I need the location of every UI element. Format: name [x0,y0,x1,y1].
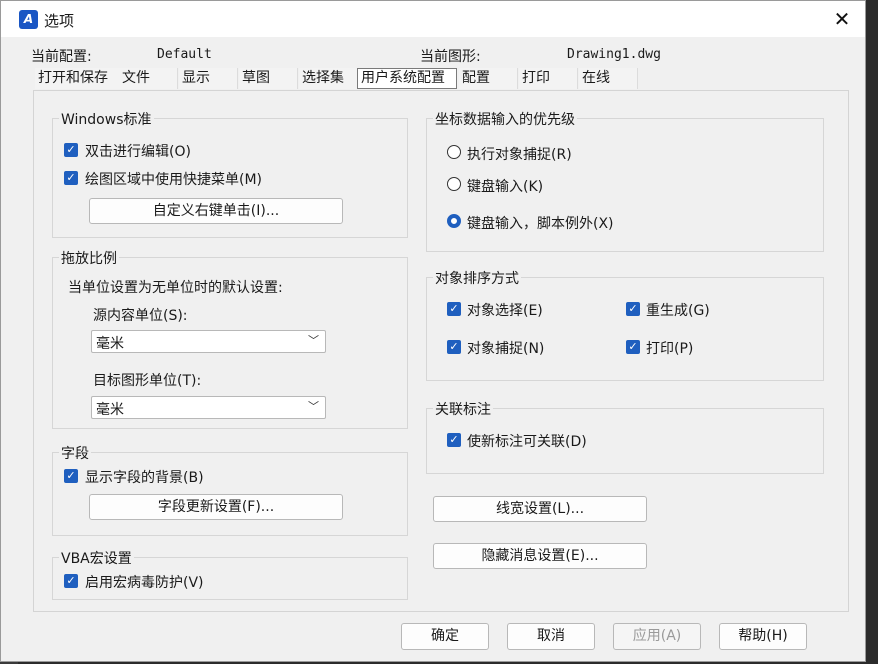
group-title: 关联标注 [433,399,493,419]
hidden-message-settings-button[interactable]: 隐藏消息设置(E)... [433,543,647,569]
source-units-label: 源内容单位(S): [93,308,188,324]
title-bar: A 选项 ✕ [1,1,865,37]
group-title: VBA宏设置 [59,548,134,568]
keyboard-except-scripts-label: 键盘输入，脚本例外(X) [467,216,614,232]
keyboard-radio[interactable] [447,177,461,191]
sort-object-selection-label: 对象选择(E) [467,303,543,319]
sort-object-snap-label: 对象捕捉(N) [467,341,545,357]
close-button[interactable]: ✕ [819,1,865,37]
group-title: Windows标准 [59,109,154,129]
apply-button[interactable]: 应用(A) [613,623,701,650]
current-drawing-label: 当前图形: [420,49,481,65]
source-units-value: 毫米 [96,336,124,352]
chevron-down-icon: ﹀ [308,334,319,347]
show-field-background-label: 显示字段的背景(B) [85,470,204,486]
tab-selection[interactable]: 选择集 [299,68,360,89]
tab-online[interactable]: 在线 [579,68,638,89]
tab-user-preferences[interactable]: 用户系统配置 [357,68,457,89]
dblclick-checkbox[interactable]: ✓ [64,143,78,157]
keyboard-radio-label: 键盘输入(K) [467,179,544,195]
tab-drafting[interactable]: 草图 [239,68,298,89]
sort-regen-checkbox[interactable]: ✓ [626,302,640,316]
help-button[interactable]: 帮助(H) [719,623,807,650]
macro-virus-protection-label: 启用宏病毒防护(V) [85,575,204,591]
app-logo-icon: A [19,10,38,29]
current-drawing-value: Drawing1.dwg [567,47,661,62]
sort-object-selection-checkbox[interactable]: ✓ [447,302,461,316]
ok-button[interactable]: 确定 [401,623,489,650]
sort-regen-label: 重生成(G) [646,303,710,319]
tab-display[interactable]: 显示 [179,68,238,89]
field-update-settings-button[interactable]: 字段更新设置(F)... [89,494,343,520]
shortcut-menu-checkbox[interactable]: ✓ [64,171,78,185]
chevron-down-icon: ﹀ [308,400,319,413]
cancel-button[interactable]: 取消 [507,623,595,650]
options-dialog: A 选项 ✕ 当前配置: Default 当前图形: Drawing1.dwg … [0,0,866,662]
target-units-label: 目标图形单位(T): [93,373,202,389]
associative-dim-checkbox[interactable]: ✓ [447,433,461,447]
show-field-background-checkbox[interactable]: ✓ [64,469,78,483]
group-title: 字段 [59,443,91,463]
source-units-select[interactable]: 毫米 ﹀ [91,330,326,353]
group-object-sorting: 对象排序方式 [426,268,824,381]
tab-files[interactable]: 文件 [119,68,178,89]
osnap-radio-label: 执行对象捕捉(R) [467,147,572,163]
group-title: 对象排序方式 [433,268,521,288]
lineweight-settings-button[interactable]: 线宽设置(L)... [433,496,647,522]
customize-right-click-button[interactable]: 自定义右键单击(I)... [89,198,343,224]
osnap-radio[interactable] [447,145,461,159]
sort-plot-label: 打印(P) [646,341,694,357]
target-units-select[interactable]: 毫米 ﹀ [91,396,326,419]
shortcut-menu-label: 绘图区域中使用快捷菜单(M) [85,172,263,188]
target-units-value: 毫米 [96,402,124,418]
group-title: 坐标数据输入的优先级 [433,109,577,129]
keyboard-except-scripts-radio[interactable] [447,214,461,228]
tab-plot[interactable]: 打印 [519,68,578,89]
scale-description: 当单位设置为无单位时的默认设置: [68,280,283,296]
macro-virus-protection-checkbox[interactable]: ✓ [64,574,78,588]
tab-profiles[interactable]: 配置 [459,68,518,89]
window-title: 选项 [44,12,75,30]
associative-dim-label: 使新标注可关联(D) [467,434,587,450]
sort-plot-checkbox[interactable]: ✓ [626,340,640,354]
tab-open-save[interactable]: 打开和保存 [35,68,120,89]
current-config-value: Default [157,47,212,62]
current-config-label: 当前配置: [31,49,92,65]
group-title: 拖放比例 [59,248,119,268]
sort-object-snap-checkbox[interactable]: ✓ [447,340,461,354]
dblclick-label: 双击进行编辑(O) [85,144,191,160]
